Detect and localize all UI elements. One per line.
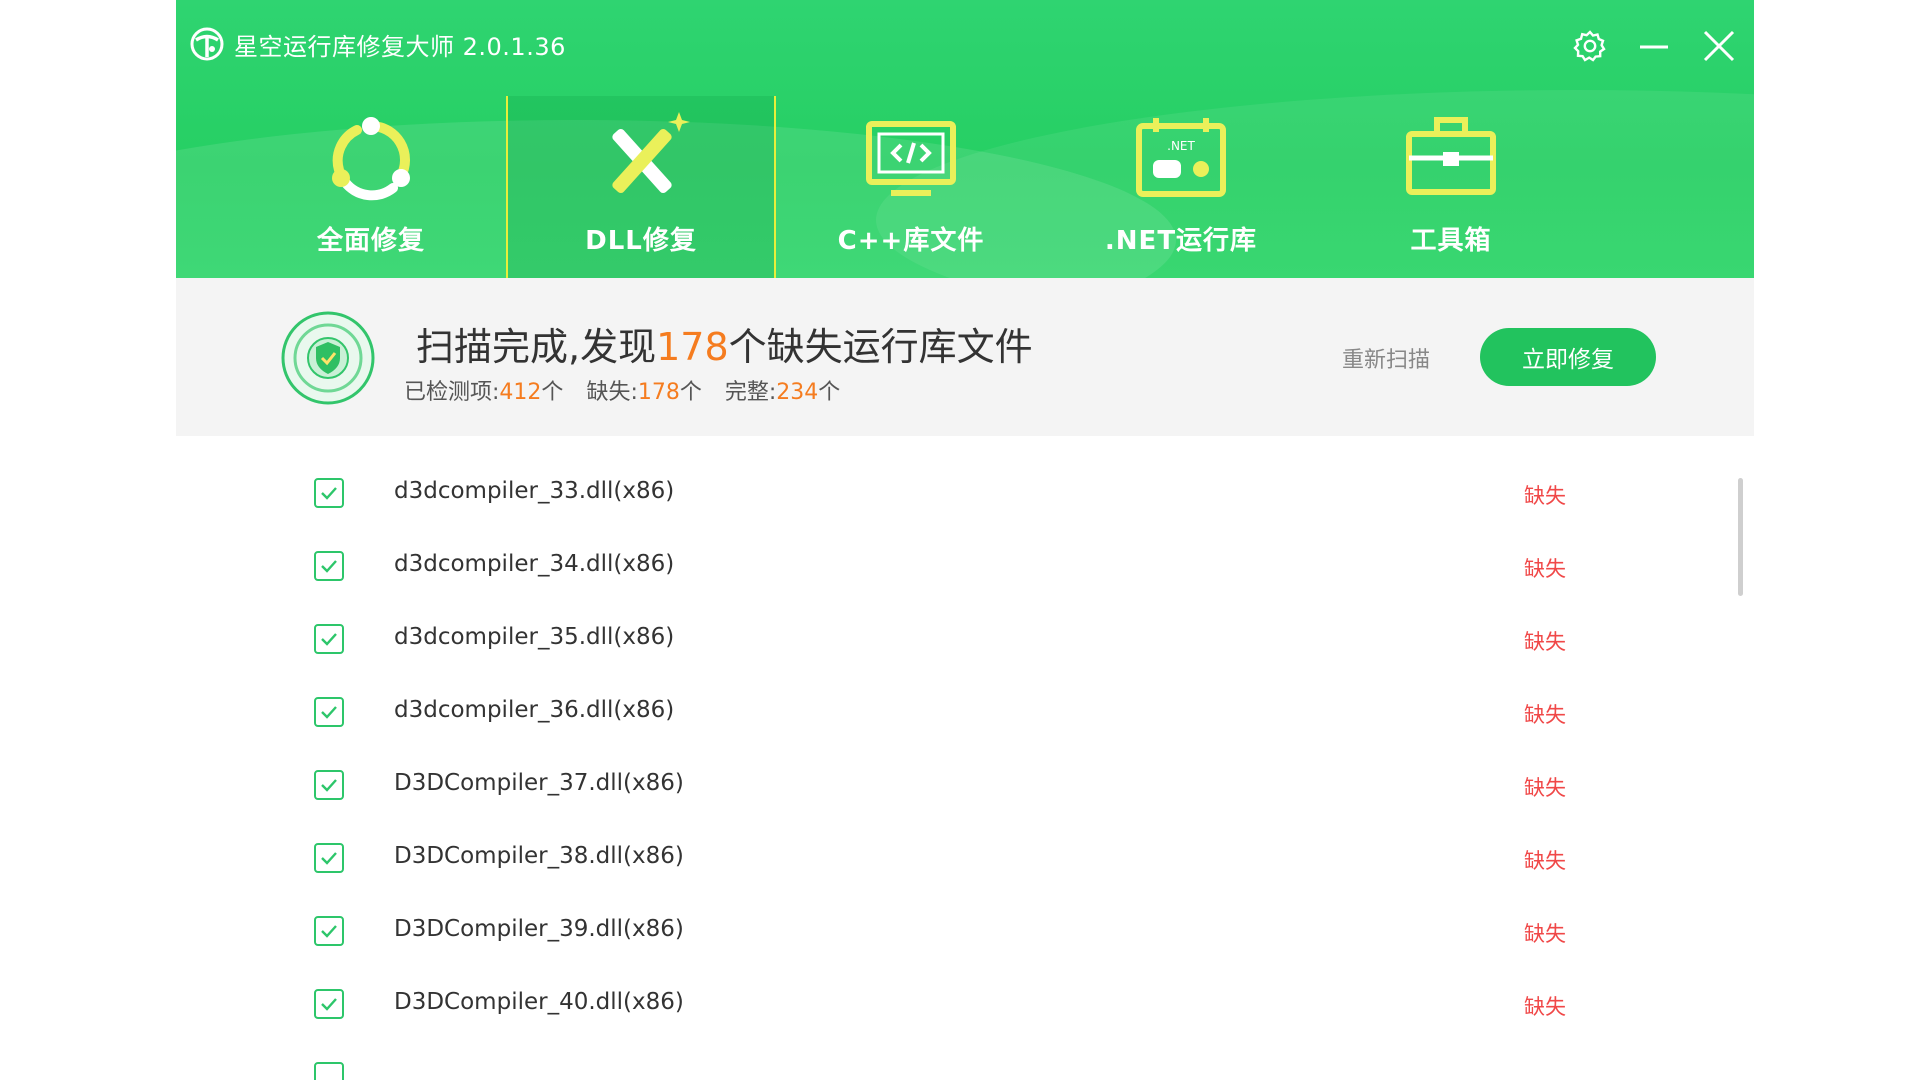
file-name: d3dcompiler_34.dll(x86) xyxy=(394,551,675,577)
file-checkbox[interactable] xyxy=(314,478,344,508)
scan-result-suffix: 个缺失运行库文件 xyxy=(728,325,1033,369)
nav-tab-dll-repair[interactable]: DLL修复 xyxy=(506,96,776,278)
list-item: d3dcompiler_36.dll(x86) 缺失 xyxy=(176,677,1754,750)
main-nav: 全面修复 DLL修复 C++库文件 .NET .NET运行库 工具箱 xyxy=(176,96,1754,278)
nav-tab-full-repair[interactable]: 全面修复 xyxy=(236,96,506,278)
toolbox-icon xyxy=(1406,117,1496,195)
missing-value: 178 xyxy=(637,380,680,405)
checkmark-icon xyxy=(321,487,337,500)
list-item: d3dcompiler_33.dll(x86) 缺失 xyxy=(176,458,1754,531)
checkmark-icon xyxy=(321,633,337,646)
checkmark-icon xyxy=(321,925,337,938)
checkmark-icon xyxy=(321,706,337,719)
scan-result-title: 扫描完成,发现178个缺失运行库文件 xyxy=(416,316,1033,371)
file-checkbox[interactable] xyxy=(314,1062,344,1080)
file-status: 缺失 xyxy=(1524,995,1566,1019)
close-button[interactable] xyxy=(1697,24,1741,68)
svg-text:.NET: .NET xyxy=(1167,139,1195,153)
nav-tab-label: 工具箱 xyxy=(1410,226,1492,256)
scan-missing-count: 178 xyxy=(656,325,729,369)
fix-now-button[interactable]: 立即修复 xyxy=(1480,328,1656,386)
settings-button[interactable] xyxy=(1568,24,1612,68)
nav-tab-label: C++库文件 xyxy=(837,226,985,256)
cpp-library-icon xyxy=(866,121,956,196)
complete-label: 完整: xyxy=(724,380,777,405)
scan-summary: 扫描完成,发现178个缺失运行库文件 已检测项:412个 缺失:178个 完整:… xyxy=(176,278,1754,436)
file-checkbox[interactable] xyxy=(314,551,344,581)
detected-unit: 个 xyxy=(541,380,564,405)
list-item: d3dcompiler_34.dll(x86) 缺失 xyxy=(176,531,1754,604)
checkmark-icon xyxy=(321,560,337,573)
file-status: 缺失 xyxy=(1524,703,1566,727)
rescan-link[interactable]: 重新扫描 xyxy=(1342,342,1430,374)
detected-label: 已检测项: xyxy=(404,380,500,405)
missing-label: 缺失: xyxy=(586,380,638,405)
file-name: D3DCompiler_39.dll(x86) xyxy=(394,916,684,942)
file-status: 缺失 xyxy=(1524,484,1566,508)
file-name: d3dcompiler_35.dll(x86) xyxy=(394,624,675,650)
checkmark-icon xyxy=(321,779,337,792)
app-logo-icon xyxy=(190,27,224,61)
file-status: 缺失 xyxy=(1524,776,1566,800)
file-checkbox[interactable] xyxy=(314,697,344,727)
list-item-partial xyxy=(176,1042,1754,1080)
file-checkbox[interactable] xyxy=(314,843,344,873)
file-name: D3DCompiler_37.dll(x86) xyxy=(394,770,684,796)
gear-icon xyxy=(1573,30,1606,62)
checkmark-icon xyxy=(321,852,337,865)
scan-radar-icon xyxy=(281,311,375,405)
scan-result-prefix: 扫描完成,发现 xyxy=(416,325,657,369)
missing-file-list: d3dcompiler_33.dll(x86) 缺失 d3dcompiler_3… xyxy=(176,436,1754,1080)
full-repair-icon xyxy=(332,117,410,201)
file-status: 缺失 xyxy=(1524,630,1566,654)
minimize-icon xyxy=(1640,45,1668,49)
scan-stats: 已检测项:412个 缺失:178个 完整:234个 xyxy=(404,374,840,406)
complete-value: 234 xyxy=(776,380,819,405)
list-item: d3dcompiler_35.dll(x86) 缺失 xyxy=(176,604,1754,677)
nav-tab-label: 全面修复 xyxy=(316,226,425,256)
file-name: D3DCompiler_40.dll(x86) xyxy=(394,989,684,1015)
app-window: 星空运行库修复大师 2.0.1.36 全面修复 DLL修复 C++库文件 .NE… xyxy=(176,0,1754,1080)
minimize-button[interactable] xyxy=(1632,24,1676,68)
missing-unit: 个 xyxy=(679,380,702,405)
file-checkbox[interactable] xyxy=(314,916,344,946)
dotnet-runtime-icon: .NET xyxy=(1136,118,1226,197)
nav-tab-label: DLL修复 xyxy=(585,226,697,256)
dll-repair-icon xyxy=(612,112,690,194)
complete-unit: 个 xyxy=(818,380,841,405)
file-status: 缺失 xyxy=(1524,849,1566,873)
file-status: 缺失 xyxy=(1524,922,1566,946)
detected-value: 412 xyxy=(499,380,542,405)
file-name: d3dcompiler_33.dll(x86) xyxy=(394,478,675,504)
list-item: D3DCompiler_39.dll(x86) 缺失 xyxy=(176,896,1754,969)
close-icon xyxy=(1703,30,1735,62)
list-item: D3DCompiler_40.dll(x86) 缺失 xyxy=(176,969,1754,1042)
checkmark-icon xyxy=(321,998,337,1011)
file-name: d3dcompiler_36.dll(x86) xyxy=(394,697,675,723)
list-item: D3DCompiler_38.dll(x86) 缺失 xyxy=(176,823,1754,896)
list-scrollbar[interactable] xyxy=(1738,478,1743,596)
nav-tab-dotnet-runtime[interactable]: .NET .NET运行库 xyxy=(1046,96,1316,278)
list-item: D3DCompiler_37.dll(x86) 缺失 xyxy=(176,750,1754,823)
file-status: 缺失 xyxy=(1524,557,1566,581)
nav-tab-cpp-library[interactable]: C++库文件 xyxy=(776,96,1046,278)
file-checkbox[interactable] xyxy=(314,624,344,654)
file-name: D3DCompiler_38.dll(x86) xyxy=(394,843,684,869)
app-title: 星空运行库修复大师 2.0.1.36 xyxy=(234,32,566,61)
nav-tab-label: .NET运行库 xyxy=(1104,226,1258,256)
title-bar: 星空运行库修复大师 2.0.1.36 xyxy=(190,22,566,66)
nav-tab-toolbox[interactable]: 工具箱 xyxy=(1316,96,1586,278)
header: 星空运行库修复大师 2.0.1.36 全面修复 DLL修复 C++库文件 .NE… xyxy=(176,0,1754,278)
file-checkbox[interactable] xyxy=(314,770,344,800)
file-checkbox[interactable] xyxy=(314,989,344,1019)
